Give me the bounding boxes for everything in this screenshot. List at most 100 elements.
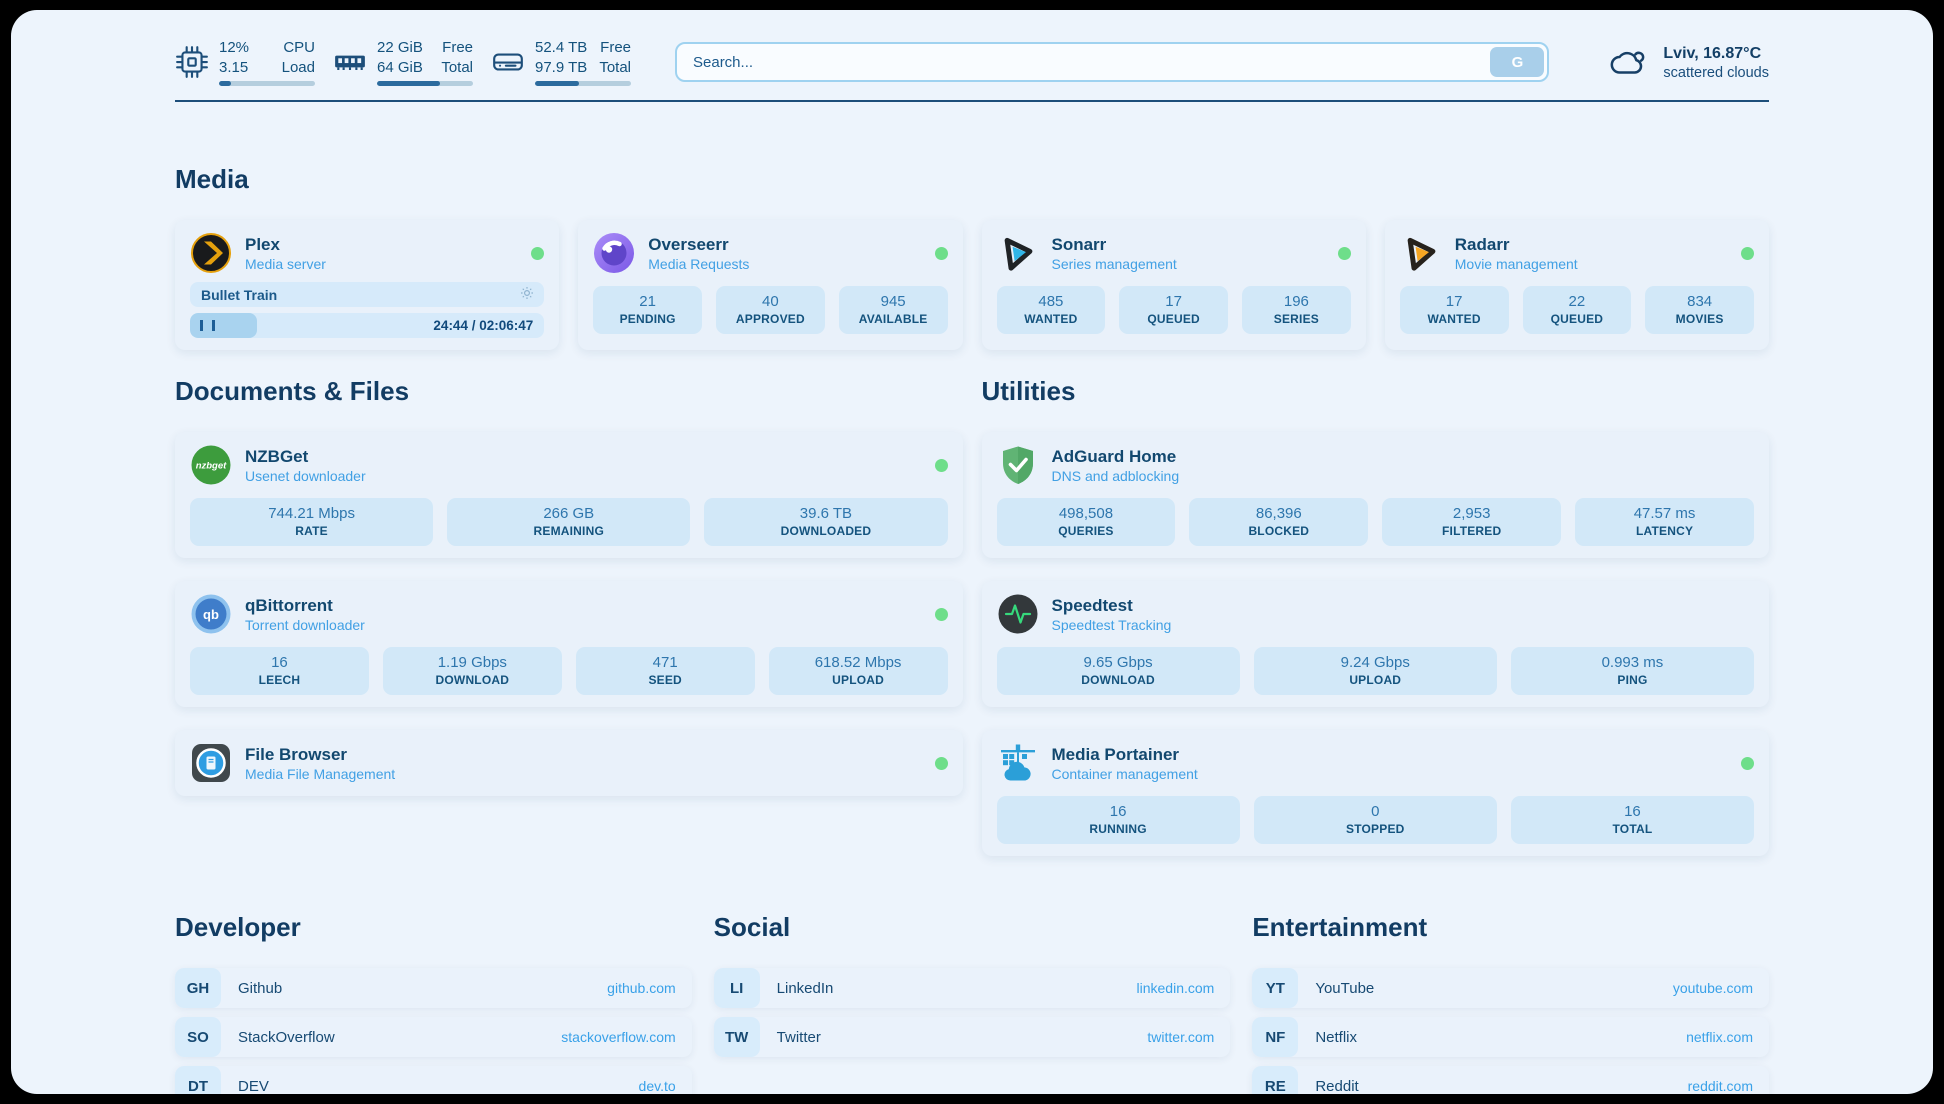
app-card-file-browser[interactable]: File BrowserMedia File Management	[175, 730, 963, 796]
weather-text: Lviv, 16.87°C scattered clouds	[1663, 43, 1769, 81]
overseerr-icon	[593, 232, 635, 274]
app-card-speedtest[interactable]: SpeedtestSpeedtest Tracking 9.65 Gbps DOWN…	[982, 581, 1770, 707]
cloud-icon	[1605, 41, 1651, 83]
link-badge: DT	[175, 1066, 221, 1094]
pause-icon[interactable]	[200, 320, 215, 331]
stat-label: LEECH	[194, 673, 365, 687]
app-name: NZBGet	[245, 446, 366, 467]
stat-box-ping: 0.993 msPING	[1511, 647, 1754, 695]
radarr-icon	[1400, 232, 1442, 274]
stat-value: 47.57 ms	[1579, 505, 1750, 522]
section-title-developer: Developer	[175, 912, 692, 943]
app-card-nzbget[interactable]: nzbgetNZBGetUsenet downloader744.21 Mbps…	[175, 432, 963, 558]
system-widget-progress-fill	[377, 81, 440, 86]
app-subtitle: Media File Management	[245, 766, 395, 782]
stat-label: DOWNLOAD	[1001, 673, 1236, 687]
link-row-netflix[interactable]: NFNetflixnetflix.com	[1252, 1017, 1769, 1057]
link-badge: YT	[1252, 968, 1298, 1008]
app-card-media-portainer[interactable]: Media PortainerContainer management16RUN…	[982, 730, 1770, 856]
app-card-plex[interactable]: PlexMedia serverBullet Train24:44 / 02:0…	[175, 220, 559, 350]
stat-label: QUEUED	[1527, 312, 1628, 326]
app-stats-row: 21PENDING40APPROVED945AVAILABLE	[593, 286, 947, 334]
stat-value: 40	[720, 293, 821, 310]
stat-label: DOWNLOADED	[708, 524, 943, 538]
stat-label: PING	[1515, 673, 1750, 687]
gear-icon[interactable]	[519, 285, 544, 304]
app-card-overseerr[interactable]: OverseerrMedia Requests21PENDING40APPROV…	[578, 220, 962, 350]
stat-box-upload: 9.24 GbpsUPLOAD	[1254, 647, 1497, 695]
link-row-twitter[interactable]: TWTwittertwitter.com	[714, 1017, 1231, 1057]
app-card-adguard-home[interactable]: AdGuard HomeDNS and adblocking498,508QUE…	[982, 432, 1770, 558]
app-titles: AdGuard HomeDNS and adblocking	[1052, 446, 1180, 484]
app-card-qbittorrent[interactable]: qbqBittorrentTorrent downloader16LEECH1.…	[175, 581, 963, 707]
app-titles: File BrowserMedia File Management	[245, 744, 395, 782]
stat-label: QUEUED	[1123, 312, 1224, 326]
link-row-linkedin[interactable]: LILinkedInlinkedin.com	[714, 968, 1231, 1008]
app-stats-row: 485WANTED17QUEUED196SERIES	[997, 286, 1351, 334]
section-title-utilities: Utilities	[982, 376, 1770, 407]
stat-value: 9.65 Gbps	[1001, 654, 1236, 671]
stat-label: PENDING	[597, 312, 698, 326]
app-titles: qBittorrentTorrent downloader	[245, 595, 365, 633]
app-titles: SpeedtestSpeedtest Tracking	[1052, 595, 1172, 633]
playback-progress-bar[interactable]: 24:44 / 02:06:47	[190, 313, 544, 338]
app-name: Overseerr	[648, 234, 749, 255]
app-name: Sonarr	[1052, 234, 1177, 255]
stat-box-remaining: 266 GBREMAINING	[447, 498, 690, 546]
system-widget-body: 52.4 TB97.9 TBFreeTotal	[535, 38, 631, 86]
bookmark-sections: Developer GHGithubgithub.com SOStackOverfl…	[175, 912, 1769, 1094]
stat-box-upload: 618.52 MbpsUPLOAD	[769, 647, 948, 695]
stat-value: 196	[1246, 293, 1347, 310]
section-utilities: Utilities AdGuard HomeDNS and adblocking…	[982, 376, 1770, 856]
now-playing-title-row: Bullet Train	[190, 282, 544, 307]
app-titles: RadarrMovie management	[1455, 234, 1578, 272]
stat-box-queued: 17QUEUED	[1119, 286, 1228, 334]
link-row-dev[interactable]: DTDEVdev.to	[175, 1066, 692, 1094]
stat-value: 39.6 TB	[708, 505, 943, 522]
system-widget-label: Load	[282, 58, 315, 78]
search-input[interactable]	[675, 42, 1549, 82]
link-badge: RE	[1252, 1066, 1298, 1094]
stat-value: 834	[1649, 293, 1750, 310]
link-name: Reddit	[1315, 1078, 1358, 1095]
app-card-radarr[interactable]: RadarrMovie management17WANTED22QUEUED83…	[1385, 220, 1769, 350]
stat-box-running: 16RUNNING	[997, 796, 1240, 844]
system-widget-labels: FreeTotal	[441, 38, 473, 77]
system-widget-progressbar	[377, 81, 473, 86]
app-subtitle: Torrent downloader	[245, 617, 365, 633]
stat-box-approved: 40APPROVED	[716, 286, 825, 334]
system-widget-label: Total	[441, 58, 473, 78]
stat-box-pending: 21PENDING	[593, 286, 702, 334]
section-title-entertainment: Entertainment	[1252, 912, 1769, 943]
link-row-reddit[interactable]: RERedditreddit.com	[1252, 1066, 1769, 1094]
link-name: Github	[238, 980, 282, 997]
system-widget-progressbar	[535, 81, 631, 86]
app-subtitle: Usenet downloader	[245, 468, 366, 484]
nzbget-icon: nzbget	[190, 444, 232, 486]
app-stats-row: 744.21 MbpsRATE266 GBREMAINING39.6 TBDOW…	[190, 498, 948, 546]
link-url: stackoverflow.com	[561, 1029, 675, 1045]
disk-icon	[491, 45, 525, 79]
link-list: GHGithubgithub.com SOStackOverflowstackov…	[175, 968, 692, 1094]
speedtest-icon	[997, 593, 1039, 635]
link-section-developer: Developer GHGithubgithub.com SOStackOverfl…	[175, 912, 692, 1094]
search-engine-button[interactable]: G	[1490, 47, 1544, 77]
link-row-github[interactable]: GHGithubgithub.com	[175, 968, 692, 1008]
link-url: twitter.com	[1147, 1029, 1214, 1045]
link-row-youtube[interactable]: YTYouTubeyoutube.com	[1252, 968, 1769, 1008]
app-card-sonarr[interactable]: SonarrSeries management485WANTED17QUEUED…	[982, 220, 1366, 350]
stat-label: REMAINING	[451, 524, 686, 538]
utilities-apps: AdGuard HomeDNS and adblocking498,508QUE…	[982, 432, 1770, 856]
system-widget-label: CPU	[282, 38, 315, 58]
link-row-stackoverflow[interactable]: SOStackOverflowstackoverflow.com	[175, 1017, 692, 1057]
system-widget-value: 22 GiB	[377, 38, 423, 58]
stat-value: 86,396	[1193, 505, 1364, 522]
system-widget-label: Free	[441, 38, 473, 58]
stat-box-latency: 47.57 msLATENCY	[1575, 498, 1754, 546]
stat-label: WANTED	[1404, 312, 1505, 326]
stat-box-downloaded: 39.6 TB DOWNLOADED	[704, 498, 947, 546]
system-widget-progress-fill	[219, 81, 231, 86]
app-card-header: nzbget NZBGetUsenet downloader	[190, 444, 948, 486]
system-widget-value: 52.4 TB	[535, 38, 587, 58]
system-monitor-widgets: 12%3.15CPULoad22 GiB64 GiBFreeTotal52.4 …	[175, 38, 631, 86]
